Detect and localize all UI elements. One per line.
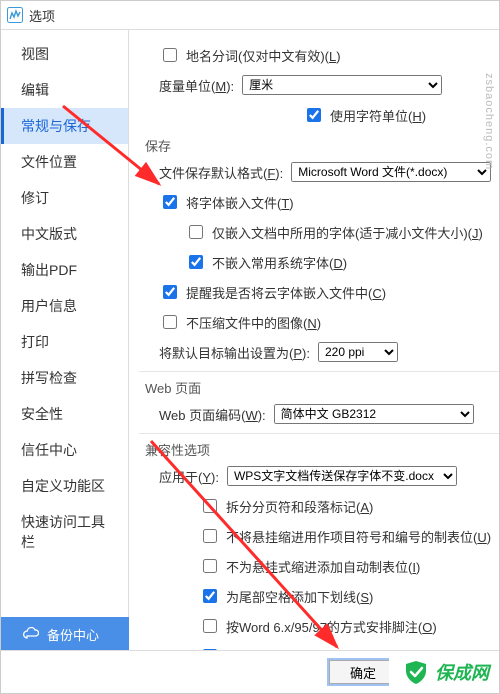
sidebar-item-spellcheck[interactable]: 拼写检查 — [1, 360, 128, 396]
sidebar-item-trust-center[interactable]: 信任中心 — [1, 432, 128, 468]
row-ppi: 将默认目标输出设置为(P): 220 ppi — [139, 337, 499, 367]
row-unit: 度量单位(M): 厘米 — [139, 70, 499, 100]
backup-center-button[interactable]: 备份中心 — [1, 617, 129, 651]
backup-label: 备份中心 — [47, 625, 99, 644]
checkbox-place-sep[interactable]: 地名分词(仅对中文有效)(L) — [159, 45, 341, 65]
row-place-sep: 地名分词(仅对中文有效)(L) — [139, 40, 499, 70]
row-compat-opt-1: 不将悬挂缩进用作项目符号和编号的制表位(U) — [139, 521, 499, 551]
checkbox-split-page-break[interactable]: 拆分分页符和段落标记(A) — [199, 496, 373, 516]
checkbox-no-compress-img-input[interactable] — [163, 315, 177, 329]
sidebar-item-customize-ribbon[interactable]: 自定义功能区 — [1, 468, 128, 504]
row-skip-system-fonts: 不嵌入常用系统字体(D) — [139, 247, 499, 277]
sidebar-item-general-save[interactable]: 常规与保存 — [1, 108, 128, 144]
checkbox-embed-fonts-input[interactable] — [163, 195, 177, 209]
apply-to-select[interactable]: WPS文字文档传送保存字体不变.docx — [227, 466, 457, 486]
row-cloud-font-prompt: 提醒我是否将云字体嵌入文件中(C) — [139, 277, 499, 307]
sidebar-item-edit[interactable]: 编辑 — [1, 72, 128, 108]
row-web-encoding: Web 页面编码(W): 简体中文 GB2312 — [139, 399, 499, 429]
checkbox-skip-system-fonts[interactable]: 不嵌入常用系统字体(D) — [185, 252, 347, 272]
row-compat-opt-2: 不为悬挂式缩进添加自动制表位(I) — [139, 551, 499, 581]
checkbox-trailing-space-underline[interactable]: 为尾部空格添加下划线(S) — [199, 586, 373, 606]
sidebar-item-user-info[interactable]: 用户信息 — [1, 288, 128, 324]
group-compat: 兼容性选项 — [139, 433, 499, 461]
content-pane: 地名分词(仅对中文有效)(L) 度量单位(M): 厘米 使用字符单位(H) 保存… — [129, 30, 499, 652]
checkbox-only-used-fonts[interactable]: 仅嵌入文档中所用的字体(适于减小文件大小)(J) — [185, 222, 483, 242]
sidebar-item-quick-access[interactable]: 快速访问工具栏 — [1, 504, 128, 560]
checkbox-word6-footnote[interactable]: 按Word 6.x/95/97的方式安排脚注(O) — [199, 616, 437, 636]
checkbox-char-unit[interactable]: 使用字符单位(H) — [303, 105, 426, 125]
row-no-compress-img: 不压缩文件中的图像(N) — [139, 307, 499, 337]
app-logo-icon — [7, 7, 23, 23]
checkbox-no-compress-img[interactable]: 不压缩文件中的图像(N) — [159, 312, 321, 332]
sidebar-item-file-locations[interactable]: 文件位置 — [1, 144, 128, 180]
titlebar: 选项 — [1, 1, 499, 30]
checkbox-hanging-indent-tab[interactable]: 不将悬挂缩进用作项目符号和编号的制表位(U) — [199, 526, 491, 546]
web-encoding-select[interactable]: 简体中文 GB2312 — [274, 404, 474, 424]
checkbox-place-sep-input[interactable] — [163, 48, 177, 62]
checkbox-skip-system-fonts-input[interactable] — [189, 255, 203, 269]
row-char-unit: 使用字符单位(H) — [139, 100, 499, 130]
sidebar-item-print[interactable]: 打印 — [1, 324, 128, 360]
sidebar-item-output-pdf[interactable]: 输出PDF — [1, 252, 128, 288]
sidebar-item-security[interactable]: 安全性 — [1, 396, 128, 432]
checkbox-embed-fonts[interactable]: 将字体嵌入文件(T) — [159, 192, 294, 212]
ppi-select[interactable]: 220 ppi — [318, 342, 398, 362]
row-default-format: 文件保存默认格式(F): Microsoft Word 文件(*.docx) — [139, 157, 499, 187]
brand-badge: 保成网 — [389, 651, 499, 693]
sidebar-item-revisions[interactable]: 修订 — [1, 180, 128, 216]
checkbox-char-unit-input[interactable] — [307, 108, 321, 122]
row-apply-to: 应用于(Y): WPS文字文档传送保存字体不变.docx — [139, 461, 499, 491]
checkbox-only-used-fonts-input[interactable] — [189, 225, 203, 239]
brand-text: 保成网 — [435, 659, 489, 685]
unit-select[interactable]: 厘米 — [242, 75, 442, 95]
ok-button[interactable]: 确定 — [329, 660, 397, 684]
sidebar: 视图 编辑 常规与保存 文件位置 修订 中文版式 输出PDF 用户信息 打印 拼… — [1, 30, 129, 652]
sidebar-item-chinese-layout[interactable]: 中文版式 — [1, 216, 128, 252]
sidebar-item-view[interactable]: 视图 — [1, 36, 128, 72]
row-compat-opt-0: 拆分分页符和段落标记(A) — [139, 491, 499, 521]
unit-label: 度量单位( — [159, 79, 215, 94]
default-format-select[interactable]: Microsoft Word 文件(*.docx) — [291, 162, 491, 182]
watermark: zsbaocheng.com — [483, 73, 495, 170]
cloud-icon — [23, 627, 39, 642]
row-compat-opt-3: 为尾部空格添加下划线(S) — [139, 581, 499, 611]
row-compat-opt-4: 按Word 6.x/95/97的方式安排脚注(O) — [139, 611, 499, 641]
checkbox-auto-tab-hanging[interactable]: 不为悬挂式缩进添加自动制表位(I) — [199, 556, 420, 576]
checkbox-cloud-font-prompt[interactable]: 提醒我是否将云字体嵌入文件中(C) — [159, 282, 386, 302]
group-web: Web 页面 — [139, 371, 499, 399]
row-embed-fonts: 将字体嵌入文件(T) — [139, 187, 499, 217]
place-sep-label: 地名分词(仅对中文有效)( — [186, 49, 329, 64]
row-only-used-fonts: 仅嵌入文档中所用的字体(适于减小文件大小)(J) — [139, 217, 499, 247]
group-save: 保存 — [139, 130, 499, 157]
checkbox-cloud-font-prompt-input[interactable] — [163, 285, 177, 299]
shield-icon — [403, 659, 429, 685]
window-title: 选项 — [29, 6, 55, 25]
